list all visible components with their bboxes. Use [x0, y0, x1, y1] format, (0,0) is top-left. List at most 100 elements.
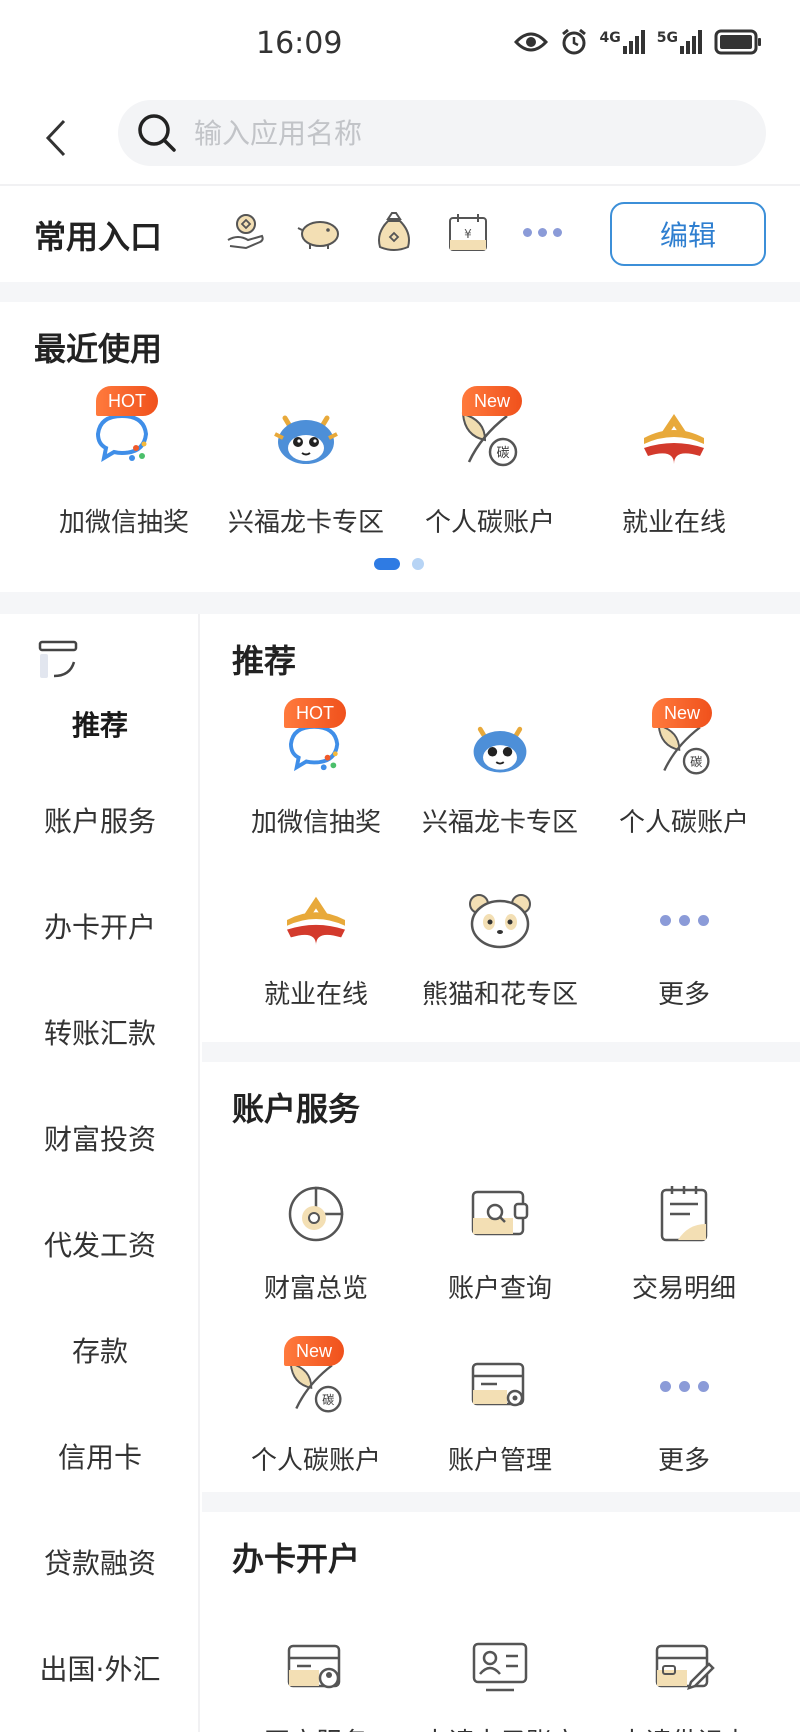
section-recommend: 推荐 HOT 加微信抽奖 兴福龙卡专区 碳 New 个人碳账户 就业在线 熊猫和… [202, 614, 800, 1042]
grid-item-wealth-overview[interactable]: 财富总览 [224, 1176, 408, 1326]
dragon-mascot-icon [462, 710, 538, 786]
back-button[interactable] [36, 110, 76, 166]
pager-dot-active[interactable] [374, 558, 400, 570]
category-menu-icon[interactable] [36, 638, 80, 682]
favorites-title: 常用入口 [34, 218, 163, 256]
signal-4g-icon: 4G [600, 30, 645, 54]
section-account-service: 账户服务 财富总览 账户查询 交易明细 碳 New 个人碳账户 账户管理 更多 [202, 1062, 800, 1492]
badge-new: New [462, 386, 523, 416]
status-icons: 4G 5G [513, 28, 762, 56]
category-sidebar: 推荐 账户服务 办卡开户 转账汇款 财富投资 代发工资 存款 信用卡 贷款融资 … [0, 614, 200, 1732]
badge-new: New [284, 1336, 345, 1366]
alarm-icon [561, 28, 586, 55]
grid-item-carbon-account[interactable]: 碳 New 个人碳账户 [224, 1336, 408, 1498]
pie-chart-icon [278, 1176, 354, 1252]
grid-item-label: 个人碳账户 [618, 808, 749, 838]
section-card-opening: 办卡开户 开户服务 申请电子账户 申请借记卡 [202, 1512, 800, 1732]
hand-coin-icon[interactable] [220, 206, 272, 258]
recent-item-dragon-card[interactable]: 兴福龙卡专区 [216, 398, 396, 538]
sidebar-item-loans[interactable]: 贷款融资 [0, 1534, 200, 1594]
grid-item-panda[interactable]: 熊猫和花专区 [408, 882, 592, 1032]
edit-button[interactable]: 编辑 [610, 202, 766, 266]
grid-item-account-opening[interactable]: 开户服务 [224, 1630, 408, 1732]
grid-item-more[interactable]: 更多 [592, 1348, 776, 1498]
wallet-search-icon [462, 1176, 538, 1252]
more-dots-icon [646, 882, 722, 958]
section-gap [0, 282, 800, 302]
sidebar-item-card-opening[interactable]: 办卡开户 [0, 898, 200, 958]
grid-item-account-query[interactable]: 账户查询 [408, 1176, 592, 1326]
search-header [0, 92, 800, 184]
svg-text:碳: 碳 [690, 755, 702, 769]
section-gap [202, 1492, 800, 1512]
grid-item-label: 更多 [657, 1446, 710, 1476]
recent-item-label: 兴福龙卡专区 [227, 508, 384, 538]
recent-pager [374, 558, 424, 570]
recent-section: 最近使用 HOT 加微信抽奖 兴福龙卡专区 碳 New 个人碳账户 就业在线 [0, 302, 800, 592]
sidebar-item-forex[interactable]: 出国·外汇 [0, 1640, 200, 1700]
signal-5g-label: 5G [656, 30, 678, 46]
notepad-icon [646, 1176, 722, 1252]
grid-item-carbon-account[interactable]: 碳 New 个人碳账户 [592, 698, 776, 860]
grid-item-transaction-details[interactable]: 交易明细 [592, 1176, 776, 1326]
calendar-yuan-icon[interactable]: ¥ [442, 206, 494, 258]
battery-icon [714, 29, 761, 55]
section-title: 推荐 [232, 642, 297, 680]
recent-item-carbon-account[interactable]: 碳 New 个人碳账户 [400, 386, 580, 538]
more-dots-icon [646, 1348, 722, 1424]
pager-dot[interactable] [412, 558, 424, 570]
favorites-icons: ¥ [220, 206, 568, 258]
recent-item-label: 就业在线 [621, 508, 726, 538]
card-pen-icon [646, 1630, 722, 1706]
status-bar: 16:09 4G 5G [0, 0, 800, 90]
id-card-icon [462, 1630, 538, 1706]
sidebar-item-account-service[interactable]: 账户服务 [0, 792, 200, 852]
chevron-left-icon [45, 119, 66, 157]
grid-item-wechat-lottery[interactable]: HOT 加微信抽奖 [224, 698, 408, 860]
sidebar-item-credit-card[interactable]: 信用卡 [0, 1428, 200, 1488]
badge-new: New [652, 698, 713, 728]
card-user-icon [278, 1630, 354, 1706]
favorites-row: 常用入口 ¥ 编辑 [0, 186, 800, 282]
section-gap [202, 1042, 800, 1062]
sidebar-item-recommend[interactable]: 推荐 [0, 696, 200, 756]
status-time: 16:09 [256, 26, 343, 61]
recent-item-wechat-lottery[interactable]: HOT 加微信抽奖 [34, 386, 214, 538]
search-icon [132, 108, 182, 158]
recent-item-employment-online[interactable]: 就业在线 [584, 398, 764, 538]
employment-logo-icon [278, 882, 354, 958]
recent-item-label: 个人碳账户 [424, 508, 555, 538]
sidebar-item-wealth[interactable]: 财富投资 [0, 1110, 200, 1170]
grid-item-apply-e-account[interactable]: 申请电子账户 [408, 1630, 592, 1732]
grid-item-employment-online[interactable]: 就业在线 [224, 882, 408, 1032]
search-bar[interactable] [118, 100, 766, 166]
more-dots-icon[interactable] [516, 206, 568, 258]
money-bag-icon[interactable] [368, 206, 420, 258]
search-input[interactable] [194, 116, 714, 150]
signal-5g-icon: 5G [657, 30, 702, 54]
badge-hot: HOT [284, 698, 346, 728]
grid-item-account-management[interactable]: 账户管理 [408, 1348, 592, 1498]
section-gap [0, 592, 800, 614]
signal-4g-label: 4G [599, 30, 621, 46]
sidebar-item-transfer[interactable]: 转账汇款 [0, 1004, 200, 1064]
panda-icon [462, 882, 538, 958]
eye-icon [513, 32, 548, 52]
sidebar-item-payroll[interactable]: 代发工资 [0, 1216, 200, 1276]
card-gear-icon [462, 1348, 538, 1424]
section-title: 账户服务 [232, 1090, 361, 1128]
grid-item-dragon-card[interactable]: 兴福龙卡专区 [408, 710, 592, 860]
sidebar-item-deposit[interactable]: 存款 [0, 1322, 200, 1382]
recent-title: 最近使用 [34, 330, 163, 368]
recent-item-label: 加微信抽奖 [58, 508, 189, 538]
grid-item-label: 申请借记卡 [572, 1722, 796, 1732]
grid-item-label: 交易明细 [631, 1274, 736, 1304]
grid-item-apply-debit-card[interactable]: 申请借记卡 [592, 1630, 776, 1732]
svg-text:¥: ¥ [464, 227, 472, 241]
grid-item-label: 更多 [657, 980, 710, 1010]
grid-item-more[interactable]: 更多 [592, 882, 776, 1032]
badge-hot: HOT [96, 386, 158, 416]
svg-text:碳: 碳 [322, 1393, 334, 1407]
piggy-bank-icon[interactable] [294, 206, 346, 258]
dragon-mascot-icon [266, 398, 346, 478]
